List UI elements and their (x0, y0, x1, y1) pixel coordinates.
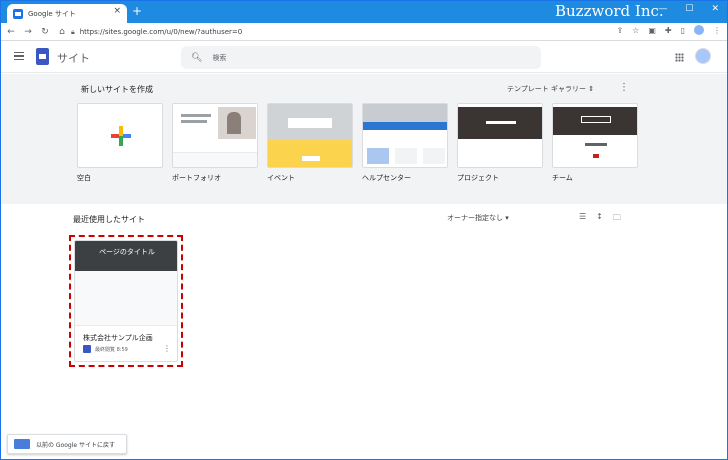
owner-filter-label: オーナー指定なし (447, 214, 503, 222)
owner-filter-dropdown[interactable]: オーナー指定なし ▾ (447, 213, 509, 223)
template-label-event: イベント (267, 174, 295, 182)
url-field[interactable]: 🔒︎ https://sites.google.com/u/0/new/?aut… (71, 25, 242, 39)
folder-icon[interactable]: 🗀 (613, 212, 621, 226)
sites-mini-icon (83, 345, 91, 353)
lock-icon: 🔒︎ (71, 27, 75, 36)
hamburger-menu-icon[interactable] (14, 52, 24, 60)
card-thumbnail-body (75, 271, 177, 326)
template-label-portfolio: ポートフォリオ (172, 174, 221, 182)
classic-sites-link[interactable]: 以前の Google サイトに戻す (7, 434, 127, 454)
template-gallery: 新しいサイトを作成 テンプレート ギャラリー ⇕ ⋮ 空白 ポートフォリオ イベ… (1, 74, 727, 204)
extension-icon[interactable]: ▣ (648, 26, 656, 35)
view-controls: ☰ ↕ 🗀 (579, 212, 621, 226)
search-box[interactable]: 🔍︎ 検索 (181, 46, 541, 69)
site-name: 株式会社サンプル企画 (83, 334, 153, 342)
card-thumbnail-title: ページのタイトル (99, 248, 155, 256)
classic-sites-icon (14, 439, 30, 449)
app-title: サイト (57, 52, 90, 65)
more-options-icon[interactable]: ⋮ (619, 82, 629, 93)
template-gallery-toggle[interactable]: テンプレート ギャラリー ⇕ (507, 84, 594, 94)
tab-close-icon[interactable]: × (113, 6, 121, 16)
account-avatar[interactable] (695, 48, 711, 64)
template-label-help-center: ヘルプセンター (362, 174, 411, 182)
classic-sites-label: 以前の Google サイトに戻す (36, 441, 115, 449)
template-help-center[interactable] (362, 103, 448, 168)
sites-logo-icon[interactable] (36, 48, 49, 65)
template-label-team: チーム (552, 174, 573, 182)
window-controls: — ☐ ✕ (658, 4, 719, 14)
tab-title: Google サイト (28, 9, 76, 18)
share-icon[interactable]: ⇪ (616, 26, 623, 35)
last-opened-text: 最終閲覧 8:59 (95, 346, 128, 353)
reload-icon[interactable]: ↻ (38, 27, 52, 37)
search-placeholder: 検索 (212, 53, 227, 62)
template-project[interactable] (457, 103, 543, 168)
maximize-button[interactable]: ☐ (685, 4, 693, 14)
watermark-text: Buzzword Inc. (555, 2, 664, 20)
card-more-icon[interactable]: ⋮ (163, 344, 171, 353)
gallery-title: 新しいサイトを作成 (81, 85, 153, 94)
template-portfolio[interactable] (172, 103, 258, 168)
url-text: https://sites.google.com/u/0/new/?authus… (79, 28, 243, 36)
site-card[interactable]: ページのタイトル 株式会社サンプル企画 最終閲覧 8:59 ⋮ (74, 240, 178, 362)
unfold-icon: ⇕ (588, 85, 595, 93)
close-window-button[interactable]: ✕ (711, 4, 719, 14)
forward-icon[interactable]: → (21, 27, 35, 37)
recent-sites-title: 最近使用したサイト (73, 215, 145, 224)
site-meta: 最終閲覧 8:59 (83, 345, 128, 353)
google-apps-icon[interactable] (675, 53, 684, 62)
template-label-blank: 空白 (77, 174, 91, 182)
home-icon[interactable]: ⌂ (55, 27, 69, 37)
browser-window: Google サイト × + Buzzword Inc. — ☐ ✕ ← → ↻… (0, 0, 728, 460)
template-event[interactable] (267, 103, 353, 168)
browser-tab-bar: Google サイト × + Buzzword Inc. — ☐ ✕ (1, 1, 727, 23)
address-bar: ← → ↻ ⌂ 🔒︎ https://sites.google.com/u/0/… (1, 23, 727, 41)
bookmark-star-icon[interactable]: ☆ (632, 26, 639, 35)
template-blank[interactable] (77, 103, 163, 168)
search-icon: 🔍︎ (191, 52, 203, 63)
minimize-button[interactable]: — (658, 4, 667, 14)
sites-favicon-icon (13, 8, 23, 19)
card-thumbnail-banner: ページのタイトル (75, 241, 177, 271)
sidepanel-icon[interactable]: ▯ (681, 26, 685, 35)
browser-toolbar-right: ⇪ ☆ ▣ ✚ ▯ ⋮ (616, 25, 721, 35)
profile-avatar-small[interactable] (694, 25, 704, 35)
app-header: サイト 🔍︎ 検索 (1, 41, 727, 73)
list-view-icon[interactable]: ☰ (579, 212, 586, 226)
template-gallery-label: テンプレート ギャラリー (507, 85, 587, 93)
template-team[interactable] (552, 103, 638, 168)
new-tab-button[interactable]: + (132, 4, 142, 18)
dropdown-arrow-icon: ▾ (505, 214, 509, 222)
plus-icon (111, 126, 131, 146)
browser-tab[interactable]: Google サイト × (7, 4, 127, 23)
template-label-project: プロジェクト (457, 174, 499, 182)
sort-az-icon[interactable]: ↕ (596, 212, 603, 226)
browser-menu-icon[interactable]: ⋮ (713, 26, 721, 35)
back-icon[interactable]: ← (4, 27, 18, 37)
puzzle-icon[interactable]: ✚ (665, 26, 672, 35)
